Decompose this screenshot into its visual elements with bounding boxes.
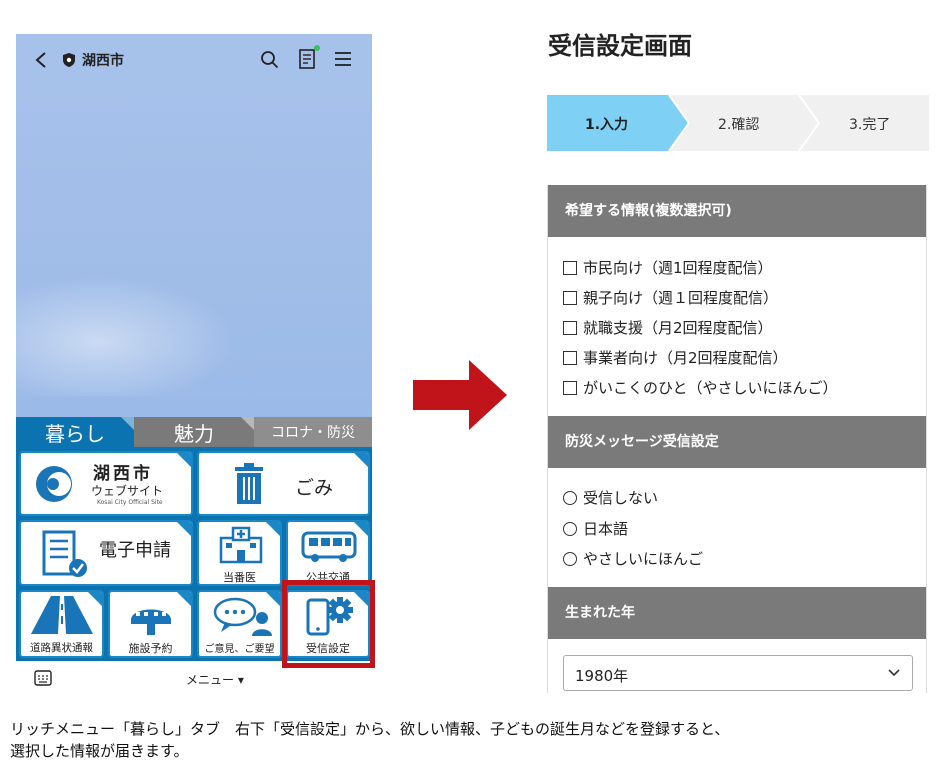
highlight-frame bbox=[282, 580, 375, 668]
menu-douro-ijou-tsuhou-button[interactable]: 道路異状通報 bbox=[19, 590, 104, 658]
caption-line-2: 選択した情報が届きます。 bbox=[10, 742, 189, 760]
tab-label: 魅力 bbox=[174, 421, 214, 446]
menu-goiken-button[interactable]: ご意見、ご要望 bbox=[197, 590, 282, 658]
option-label: 事業者向け（月2回程度配信） bbox=[583, 349, 788, 367]
cell-corner bbox=[265, 592, 280, 607]
checklist-icon bbox=[42, 530, 87, 577]
menu-toggle-label[interactable]: メニュー ▾ bbox=[186, 671, 244, 688]
shisetsu-label: 施設予約 bbox=[128, 642, 173, 655]
notification-dot bbox=[314, 45, 320, 51]
douro-label: 道路異状通報 bbox=[30, 642, 93, 654]
checkbox-oyako[interactable]: 親子向け（週１回程度配信） bbox=[563, 287, 778, 308]
right-arrow-icon bbox=[413, 360, 507, 430]
goiken-label: ご意見、ご要望 bbox=[204, 644, 275, 655]
checkbox-box[interactable] bbox=[563, 380, 577, 395]
back-arrow-icon[interactable] bbox=[34, 51, 48, 69]
notes-icon[interactable] bbox=[299, 49, 315, 69]
cell-corner bbox=[353, 453, 368, 468]
menu-koukyou-koutsuu-button[interactable]: 公共交通 bbox=[286, 520, 370, 586]
menu-touban-i-button[interactable]: 当番医 bbox=[197, 520, 282, 586]
birth-year-value: 1980年 bbox=[575, 667, 629, 685]
website-title: 湖西市 bbox=[93, 464, 153, 484]
denshi-label: 電子申請 bbox=[99, 540, 171, 561]
menu-gomi-button[interactable]: ごみ bbox=[197, 451, 370, 516]
facility-icon bbox=[131, 609, 171, 635]
gomi-label: ごみ bbox=[295, 477, 334, 499]
checkbox-shimin[interactable]: 市民向け（週1回程度配信） bbox=[563, 257, 773, 278]
cell-corner bbox=[176, 592, 191, 607]
menu-shisetsu-yoyaku-button[interactable]: 施設予約 bbox=[108, 590, 193, 658]
rich-menu-tabs: 暮らし 魅力 コロナ・防災 bbox=[16, 417, 372, 447]
caption-line-1: リッチメニュー「暮らし」タブ 右下「受信設定」から、欲しい情報、子どもの誕生月な… bbox=[10, 720, 730, 738]
step-2-confirm: 2.確認 bbox=[718, 117, 760, 133]
tab-notch bbox=[121, 417, 134, 430]
checkbox-gaikoku[interactable]: がいこくのひと（やさしいにほんご） bbox=[563, 377, 838, 398]
menu-denshi-shinsei-button[interactable]: 電子申請 bbox=[19, 520, 193, 586]
registration-form: 希望する情報(複数選択可) 市民向け（週1回程度配信） 親子向け（週１回程度配信… bbox=[547, 185, 927, 693]
step-3-complete: 3.完了 bbox=[849, 117, 891, 133]
option-label: 日本語 bbox=[583, 520, 629, 538]
cell-corner bbox=[176, 522, 191, 537]
bus-icon bbox=[301, 531, 357, 562]
radio-circle[interactable] bbox=[563, 551, 577, 566]
checkbox-shushoku[interactable]: 就職支援（月2回程度配信） bbox=[563, 317, 773, 338]
option-label: 受信しない bbox=[583, 489, 659, 507]
step-indicator: 1.入力 2.確認 3.完了 bbox=[547, 95, 929, 151]
tab-notch bbox=[241, 417, 254, 430]
app-header: 湖西市 bbox=[16, 34, 372, 86]
section-birth-year-heading: 生まれた年 bbox=[548, 587, 926, 639]
kosai-logo-icon bbox=[36, 466, 72, 502]
cell-corner bbox=[176, 453, 191, 468]
chat-background bbox=[16, 86, 372, 417]
checkbox-jigyousha[interactable]: 事業者向け（月2回程度配信） bbox=[563, 347, 788, 368]
keyboard-icon[interactable] bbox=[34, 670, 52, 686]
hamburger-menu-icon[interactable] bbox=[334, 51, 352, 67]
option-label: 市民向け（週1回程度配信） bbox=[583, 259, 773, 277]
cell-corner bbox=[87, 592, 102, 607]
search-icon[interactable] bbox=[260, 50, 279, 69]
radio-yasashii-nihongo[interactable]: やさしいにほんご bbox=[563, 548, 703, 569]
birth-year-select[interactable]: 1980年 bbox=[563, 655, 913, 691]
cell-corner bbox=[353, 522, 368, 537]
checkbox-box[interactable] bbox=[563, 320, 577, 335]
menu-website-button[interactable]: 湖西市 ウェブサイト Kosai City Official Site bbox=[19, 451, 193, 516]
checkbox-box[interactable] bbox=[563, 350, 577, 365]
tab-miryoku[interactable]: 魅力 bbox=[134, 417, 254, 447]
option-label: がいこくのひと（やさしいにほんご） bbox=[583, 379, 838, 397]
hospital-icon bbox=[219, 526, 263, 564]
speech-bubble-person-icon bbox=[213, 597, 272, 636]
section-bousai-heading: 防災メッセージ受信設定 bbox=[548, 416, 926, 468]
checkbox-box[interactable] bbox=[563, 260, 577, 275]
radio-jushin-shinai[interactable]: 受信しない bbox=[563, 487, 658, 508]
road-icon bbox=[31, 596, 93, 634]
tab-corona-bousai[interactable]: コロナ・防災 bbox=[254, 417, 372, 447]
chevron-down-icon bbox=[888, 669, 900, 677]
page-title: 受信設定画面 bbox=[548, 32, 692, 60]
radio-nihongo[interactable]: 日本語 bbox=[563, 518, 628, 539]
section-info-heading: 希望する情報(複数選択可) bbox=[548, 185, 926, 237]
cell-corner bbox=[265, 522, 280, 537]
radio-circle[interactable] bbox=[563, 521, 577, 536]
tab-label: 暮らし bbox=[45, 421, 105, 446]
website-english: Kosai City Official Site bbox=[97, 499, 163, 506]
option-label: 就職支援（月2回程度配信） bbox=[583, 319, 773, 337]
touban-label: 当番医 bbox=[223, 571, 256, 584]
tab-label: コロナ・防災 bbox=[271, 425, 355, 441]
checkbox-box[interactable] bbox=[563, 290, 577, 305]
radio-circle[interactable] bbox=[563, 490, 577, 505]
step-1-input: 1.入力 bbox=[585, 117, 629, 133]
account-name: 湖西市 bbox=[82, 53, 124, 69]
cloud-decoration bbox=[16, 276, 236, 396]
tab-kurashi[interactable]: 暮らし bbox=[16, 417, 134, 447]
option-label: やさしいにほんご bbox=[583, 550, 704, 568]
trash-icon bbox=[235, 463, 263, 504]
option-label: 親子向け（週１回程度配信） bbox=[583, 289, 779, 307]
website-subtitle: ウェブサイト bbox=[91, 484, 164, 498]
shield-icon bbox=[63, 53, 75, 67]
